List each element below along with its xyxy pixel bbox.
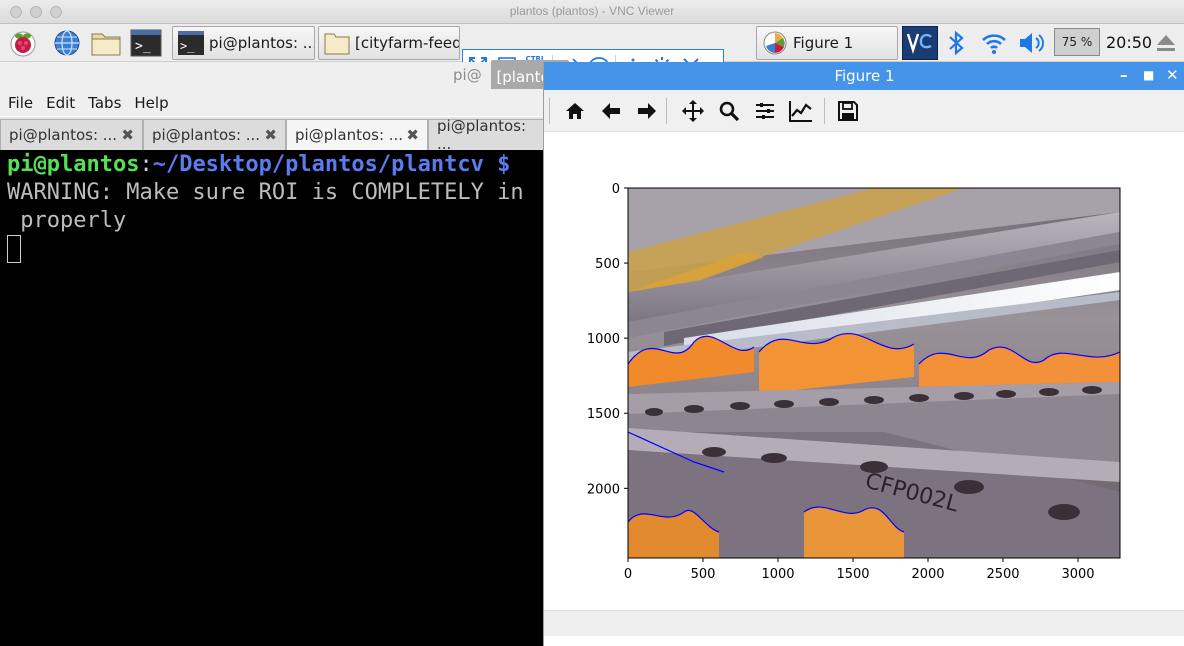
tab-close-icon[interactable]: ✖	[264, 126, 277, 144]
volume-icon[interactable]	[1016, 27, 1048, 59]
raspberry-menu-icon[interactable]	[6, 27, 40, 59]
task-terminal[interactable]: >_ pi@plantos: ...	[172, 26, 315, 60]
folder-task-icon	[324, 33, 350, 55]
edit-axis-icon[interactable]	[787, 97, 815, 125]
configure-subplots-icon[interactable]	[751, 97, 779, 125]
terminal-tab-4[interactable]: pi@plantos: ...	[428, 117, 545, 153]
tab-label: pi@plantos: ...	[152, 126, 261, 144]
vnc-viewer-root: plantos (plantos) - VNC Viewer >_ >_ pi@…	[0, 0, 1184, 646]
prompt-user: pi@plantos	[7, 152, 140, 177]
x-tick-label: 2500	[986, 567, 1019, 582]
zoom-icon[interactable]	[715, 97, 743, 125]
figure-canvas[interactable]: CFP002L 0 500 1000 1500 2000 2500 3000 0 500 1000…	[544, 132, 1184, 610]
task-figure-1[interactable]: Figure 1	[756, 26, 898, 60]
vnc-title-bar: plantos (plantos) - VNC Viewer	[0, 0, 1184, 24]
menu-edit[interactable]: Edit	[46, 94, 75, 112]
figure-title: Figure 1	[834, 67, 895, 85]
forward-icon[interactable]	[633, 97, 661, 125]
terminal-task-icon: >_	[178, 31, 204, 55]
menu-tabs[interactable]: Tabs	[88, 94, 121, 112]
terminal-tabs: pi@plantos: ... ✖ pi@plantos: ... ✖ pi@p…	[0, 117, 545, 153]
back-icon[interactable]	[597, 97, 625, 125]
image-plot[interactable]: CFP002L 0 500 1000 1500 2000 2500 3000 0 500 1000…	[544, 132, 1184, 610]
x-tick-label: 2000	[911, 567, 944, 582]
x-tick-label: 500	[691, 567, 716, 582]
task-cityfarm-label: [cityfarm-feed]	[355, 34, 460, 52]
plant-photo: CFP002L	[628, 188, 1120, 558]
terminal-output[interactable]: pi@plantos:~/Desktop/plantos/plantcv $ W…	[0, 150, 545, 646]
save-icon[interactable]	[834, 97, 862, 125]
menu-help[interactable]: Help	[134, 94, 168, 112]
terminal-launcher-icon[interactable]: >_	[128, 27, 164, 59]
clock[interactable]: 20:50	[1106, 33, 1152, 52]
cpu-monitor-value: 75 %	[1061, 35, 1093, 49]
tab-label: pi@plantos: ...	[9, 126, 118, 144]
svg-text:>_: >_	[180, 39, 195, 53]
file-manager-icon[interactable]	[88, 27, 124, 59]
cpu-monitor[interactable]: 75 %	[1054, 28, 1100, 56]
output-line-properly: properly	[7, 208, 127, 233]
terminal-menubar: File Edit Tabs Help	[0, 89, 545, 116]
y-tick-label: 1000	[587, 332, 620, 347]
y-tick-label: 0	[612, 182, 620, 197]
prompt-line: pi@plantos:~/Desktop/plantos/plantcv $	[7, 151, 510, 179]
prompt-path: ~/Desktop/plantos/plantcv $	[152, 152, 511, 177]
svg-text:>_: >_	[135, 39, 151, 54]
menu-file[interactable]: File	[8, 94, 33, 112]
y-tick-label: 500	[595, 257, 620, 272]
terminal-tab-1[interactable]: pi@plantos: ... ✖	[0, 119, 143, 150]
tab-label: pi@plantos: ...	[295, 126, 404, 144]
terminal-tab-3[interactable]: pi@plantos: ... ✖	[286, 119, 428, 150]
vnc-window-title: plantos (plantos) - VNC Viewer	[509, 4, 675, 18]
bluetooth-icon[interactable]	[942, 27, 970, 59]
x-tick-label: 1500	[836, 567, 869, 582]
y-tick-label: 2000	[587, 482, 620, 497]
maximize-icon[interactable]: ■	[1143, 68, 1154, 82]
x-tick-label: 0	[624, 567, 632, 582]
tab-label: pi@plantos: ...	[437, 117, 527, 153]
eject-icon[interactable]	[1152, 27, 1180, 59]
pan-icon[interactable]	[679, 97, 707, 125]
toolbar-grip	[549, 98, 550, 124]
terminal-title-bar: pi@	[0, 62, 545, 89]
figure-title-bar: Figure 1 – ■ ✕	[544, 62, 1184, 90]
tab-close-icon[interactable]: ✖	[121, 126, 134, 144]
figure-window: Figure 1 – ■ ✕ CFP002L 0 500 1000 1500 2…	[543, 62, 1184, 646]
x-tick-label: 1000	[761, 567, 794, 582]
output-line-warning: WARNING: Make sure ROI is COMPLETELY in	[7, 180, 524, 205]
tab-close-icon[interactable]: ✖	[406, 126, 419, 144]
prompt-colon: :	[139, 152, 153, 177]
home-icon[interactable]	[561, 97, 589, 125]
taskbar: >_ >_ pi@plantos: ... [cityfarm-feed] CT…	[0, 24, 1184, 83]
web-browser-icon[interactable]	[50, 27, 84, 59]
window-close-icon[interactable]: ✕	[1166, 66, 1179, 84]
vnc-server-icon[interactable]	[902, 26, 938, 60]
toolbar-separator	[824, 98, 825, 124]
terminal-cursor	[7, 235, 21, 263]
task-cityfarm-feed[interactable]: [cityfarm-feed]	[318, 26, 460, 60]
x-tick-label: 3000	[1061, 567, 1094, 582]
task-figure-label: Figure 1	[793, 34, 854, 52]
figure-toolbar	[544, 90, 1184, 132]
terminal-window-title: pi@	[453, 66, 482, 84]
figure-status-bar	[544, 610, 1184, 636]
wifi-icon[interactable]	[978, 27, 1010, 59]
terminal-tab-2[interactable]: pi@plantos: ... ✖	[143, 119, 286, 150]
task-terminal-label: pi@plantos: ...	[209, 34, 315, 52]
minimize-icon[interactable]: –	[1120, 66, 1128, 84]
y-tick-label: 1500	[587, 407, 620, 422]
toolbar-separator	[666, 98, 667, 124]
matplotlib-task-icon	[763, 31, 787, 55]
